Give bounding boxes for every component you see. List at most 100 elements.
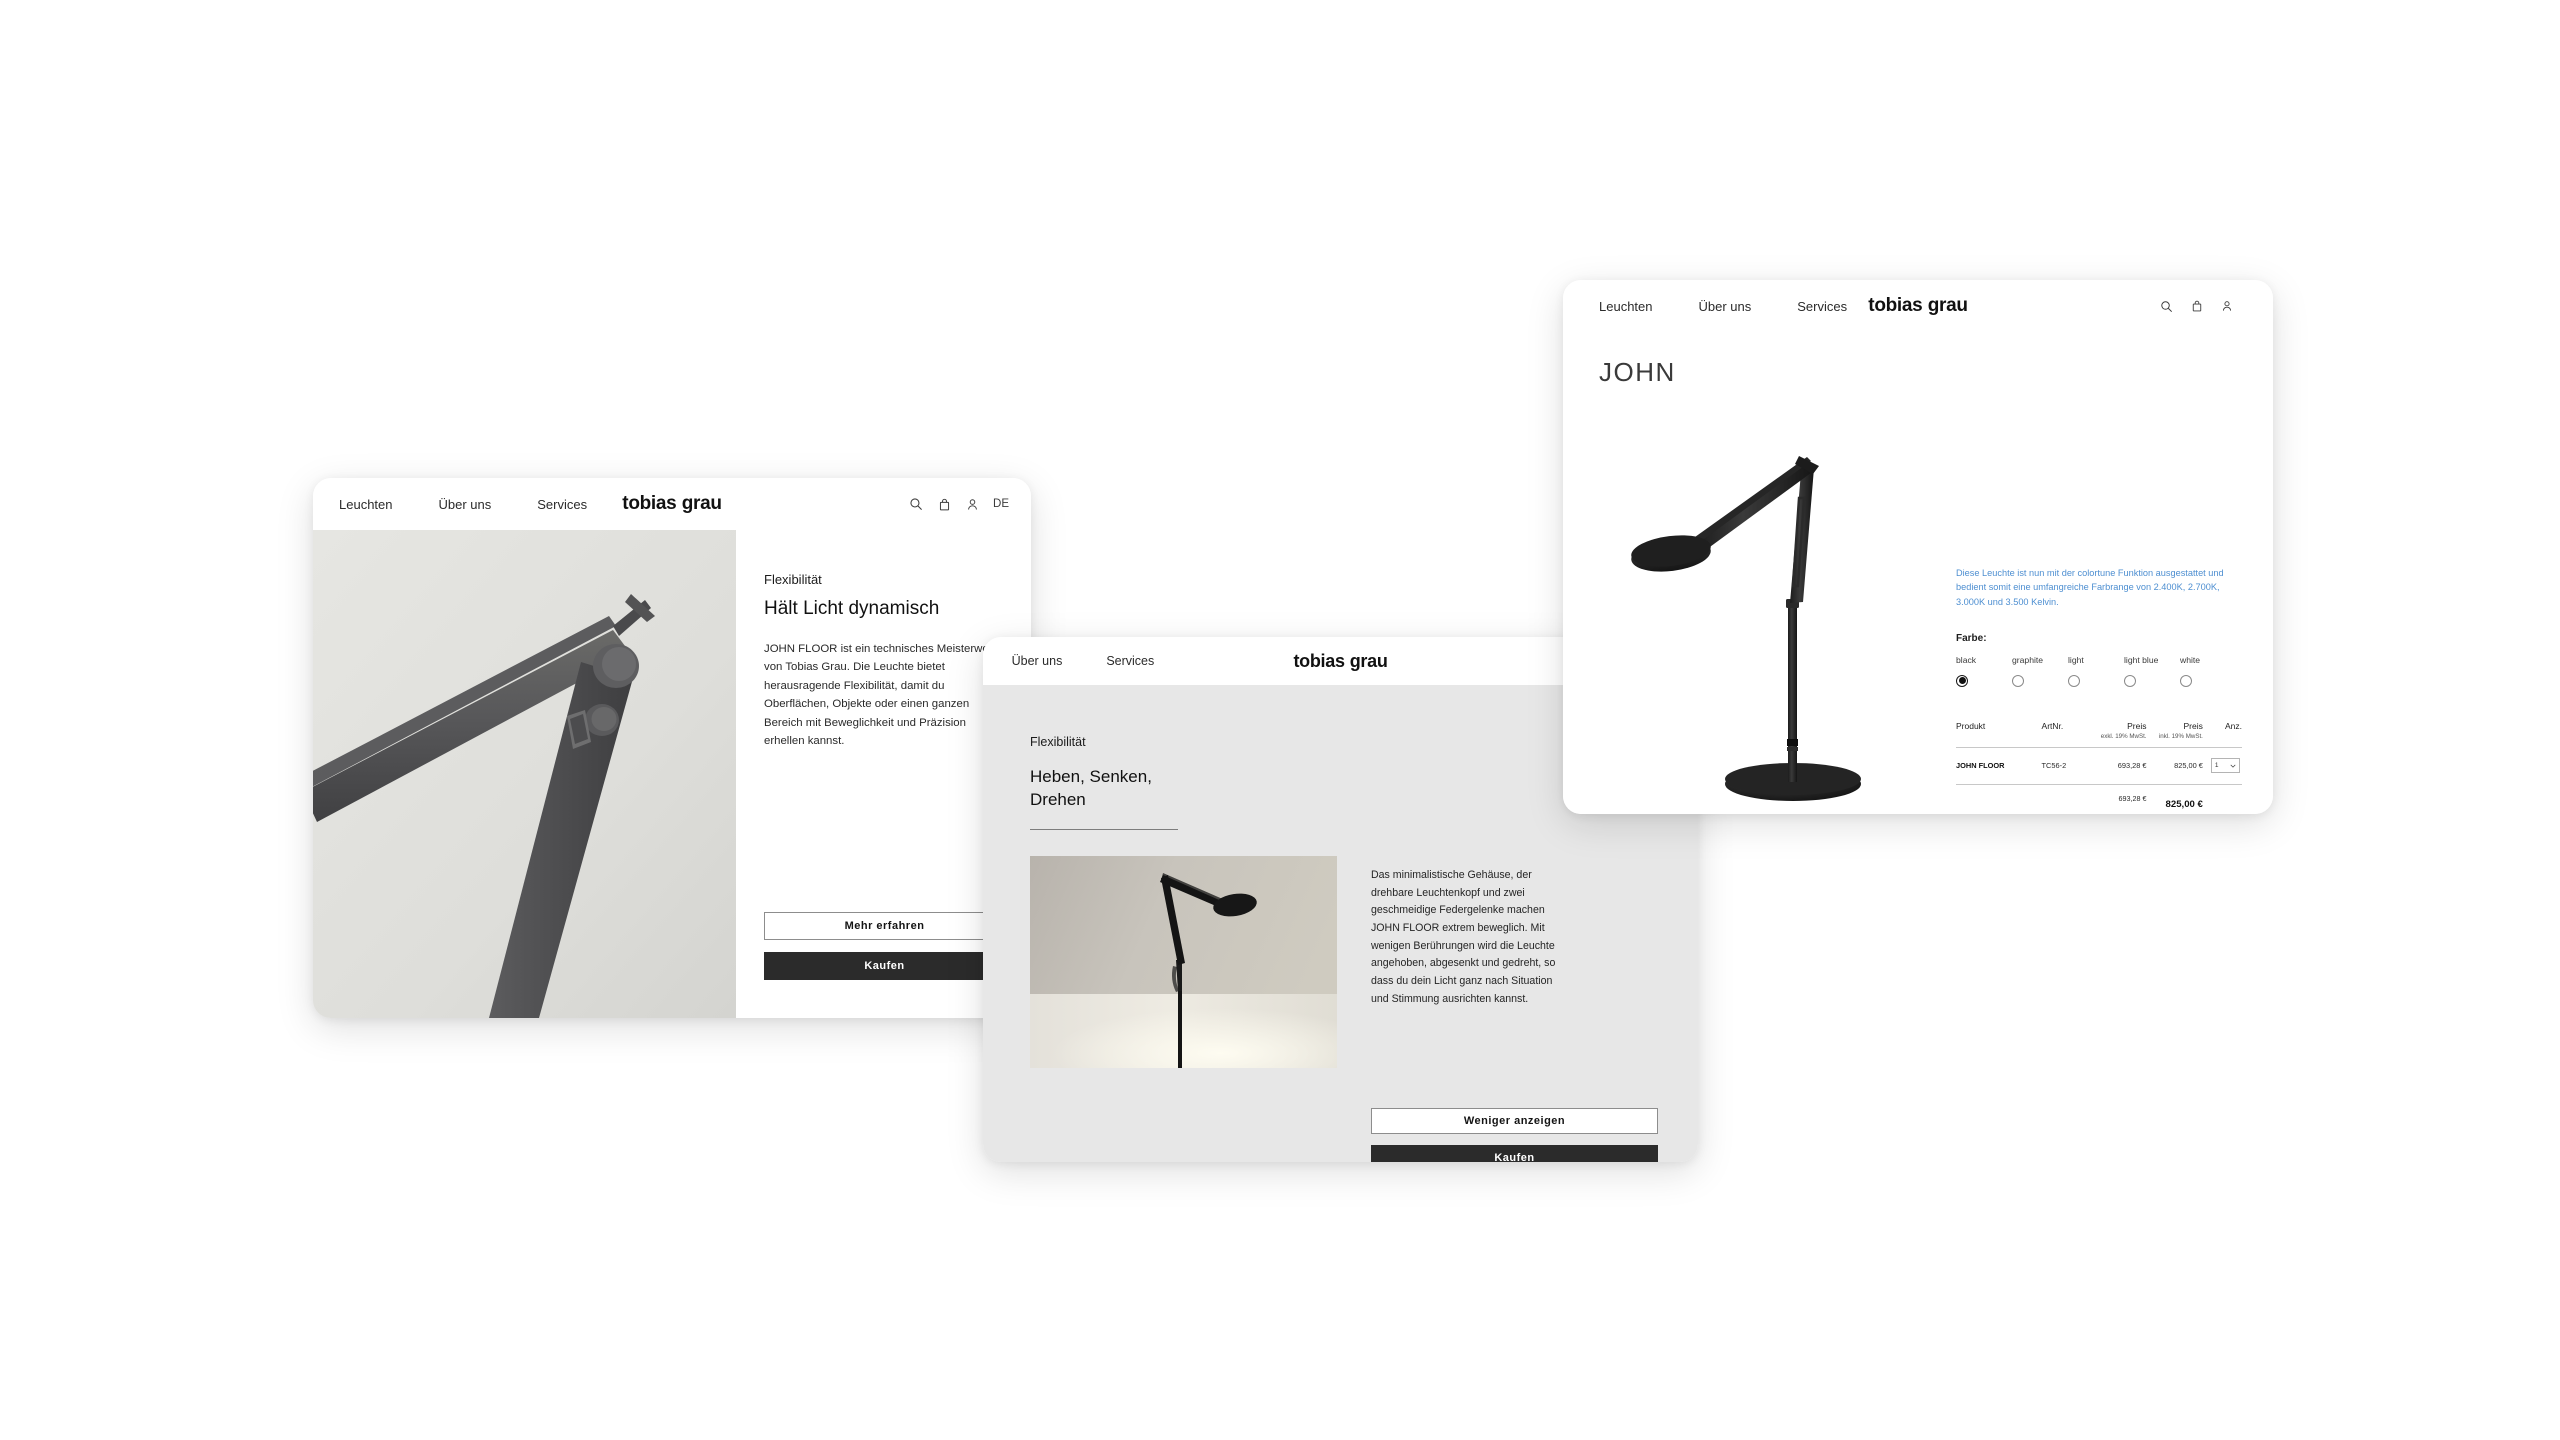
cell-artnr: TC56-2 <box>2041 761 2067 771</box>
color-option-black[interactable]: black <box>1956 655 2012 687</box>
nav-item-services[interactable]: Services <box>1106 654 1154 668</box>
summary-price-excl: 693,28 € <box>2118 793 2147 803</box>
cta-button-group-mid: Weniger anzeigen Kaufen <box>1371 1108 1658 1162</box>
color-name: white <box>2180 654 2201 665</box>
quantity-select[interactable]: 1 <box>2210 758 2240 774</box>
brand-logo[interactable]: tobias grau <box>622 493 722 515</box>
browser-window-product-detail: Leuchten Über uns Services tobias grau J… <box>1563 280 2273 814</box>
cell-product-name: JOHN FLOOR <box>1956 761 2005 771</box>
brand-part-1: tobias <box>622 493 677 514</box>
brand-part-2: grau <box>1927 295 1968 316</box>
product-info-panel: Diese Leuchte ist nun mit der colortune … <box>1956 557 2242 814</box>
column-header-preis-exkl-sub: exkl. 19% MwSt. <box>2100 732 2147 740</box>
column-header-artnr: ArtNr. <box>2041 720 2064 731</box>
column-header-preis-inkl: Preis inkl. 19% MwSt. <box>2147 721 2203 740</box>
site-header-right: Leuchten Über uns Services tobias grau <box>1563 280 2273 332</box>
nav-item-ueber-uns[interactable]: Über uns <box>439 497 492 512</box>
brand-logo[interactable]: tobias grau <box>1868 295 1968 317</box>
summary-spacer-3 <box>2203 794 2242 814</box>
window-left-body: Flexibilität Hält Licht dynamisch JOHN F… <box>313 530 1031 1018</box>
main-nav-mid: chten Über uns Services <box>983 654 1198 668</box>
cell-quantity: 1 <box>2203 758 2242 774</box>
summary-spacer-1 <box>1956 794 2042 814</box>
color-option-light-blue[interactable]: light blue <box>2124 655 2180 687</box>
brand-part-1: tobias <box>1868 295 1923 316</box>
column-header-anzahl: Anz. <box>2224 720 2242 731</box>
column-header-produkt: Produkt <box>1956 720 1986 731</box>
bag-icon[interactable] <box>933 493 955 515</box>
color-swatch-group: black graphite light light blue white <box>1956 655 2242 687</box>
color-option-white[interactable]: white <box>2180 655 2236 687</box>
color-radio-light[interactable] <box>2068 674 2080 687</box>
weniger-anzeigen-button[interactable]: Weniger anzeigen <box>1371 1108 1658 1135</box>
mehr-erfahren-button[interactable]: Mehr erfahren <box>764 912 1005 940</box>
cta-button-group-left: Mehr erfahren Kaufen <box>764 912 1005 980</box>
product-detail-photo <box>313 530 736 1018</box>
nav-item-leuchten[interactable]: Leuchten <box>1599 299 1653 314</box>
user-icon[interactable] <box>2216 296 2237 317</box>
brand-part-2: grau <box>1349 650 1388 671</box>
summary-price-incl: 825,00 € <box>2165 798 2203 810</box>
search-icon[interactable] <box>905 493 927 515</box>
site-header-left: Leuchten Über uns Services tobias grau D… <box>313 478 1031 530</box>
summary-price-incl-wrap: 825,00 € zzgl. Versandkosten <box>2147 794 2203 814</box>
modal-text-column: Das minimalistische Gehäuse, der drehbar… <box>1371 856 1658 1162</box>
column-header-preis-exkl-main: Preis <box>2127 720 2147 731</box>
search-icon[interactable] <box>2156 296 2177 317</box>
color-name: light <box>2068 654 2084 665</box>
color-name: light blue <box>2124 654 2159 665</box>
nav-item-services[interactable]: Services <box>537 497 587 512</box>
nav-item-services[interactable]: Services <box>1797 299 1847 314</box>
color-option-graphite[interactable]: graphite <box>2012 655 2068 687</box>
user-icon[interactable] <box>961 493 983 515</box>
modal-title-line-2: Drehen <box>1030 789 1086 809</box>
product-detail-page: JOHN Diese Leuchte ist nun mit der color… <box>1563 332 2273 814</box>
main-nav-left: Leuchten Über uns Services <box>339 497 633 512</box>
table-header-row: Produkt ArtNr. Preis exkl. 19% MwSt. Prei… <box>1956 721 2242 748</box>
brand-part-1: tobias <box>1293 650 1345 671</box>
modal-product-photo <box>1030 856 1337 1069</box>
browser-window-flexibility: Leuchten Über uns Services tobias grau D… <box>313 478 1031 1018</box>
brand-part-2: grau <box>681 493 722 514</box>
table-row: JOHN FLOOR TC56-2 693,28 € 825,00 € 1 <box>1956 748 2242 785</box>
product-image <box>1623 394 1973 804</box>
color-radio-graphite[interactable] <box>2012 674 2024 687</box>
page-headline: Hält Licht dynamisch <box>764 598 940 619</box>
table-summary-row: 693,28 € 825,00 € zzgl. Versandkosten <box>1956 785 2242 814</box>
modal-body-paragraph: Das minimalistische Gehäuse, der drehbar… <box>1371 868 1556 1005</box>
kaufen-button[interactable]: Kaufen <box>1371 1145 1658 1162</box>
lamp-joint-illustration <box>313 530 736 1018</box>
nav-item-ueber-uns[interactable]: Über uns <box>1699 299 1752 314</box>
nav-item-ueber-uns[interactable]: Über uns <box>1012 654 1063 668</box>
john-floor-lamp-illustration <box>1631 456 1861 801</box>
color-name: graphite <box>2012 654 2044 665</box>
color-radio-black[interactable] <box>1956 674 1968 687</box>
color-radio-white[interactable] <box>2180 674 2192 687</box>
kaufen-button[interactable]: Kaufen <box>764 952 1005 980</box>
price-table: Produkt ArtNr. Preis exkl. 19% MwSt. Prei… <box>1956 721 2242 814</box>
bag-icon[interactable] <box>2186 296 2207 317</box>
column-header-preis-inkl-main: Preis <box>2183 720 2203 731</box>
cell-price-incl: 825,00 € <box>2174 761 2203 771</box>
modal-title-line-1: Heben, Senken, <box>1030 767 1152 786</box>
brand-logo[interactable]: tobias grau <box>1293 651 1387 672</box>
nav-item-leuchten[interactable]: Leuchten <box>339 497 393 512</box>
color-name: black <box>1956 654 1977 665</box>
column-header-preis-inkl-sub: inkl. 19% MwSt. <box>2158 732 2203 740</box>
summary-spacer-2 <box>2042 794 2093 814</box>
title-divider <box>1030 829 1178 831</box>
cell-price-excl: 693,28 € <box>2117 761 2147 771</box>
floor-lamp-room-illustration <box>1030 856 1337 1069</box>
color-label: Farbe: <box>1956 632 1987 644</box>
main-nav-right: Leuchten Über uns Services <box>1599 299 1893 314</box>
chevron-down-icon <box>2230 764 2236 768</box>
eyebrow-label: Flexibilität <box>764 572 822 587</box>
colortune-note: Diese Leuchte ist nun mit der colortune … <box>1956 568 2224 607</box>
desktop-canvas: Leuchten Über uns Services tobias grau D… <box>0 0 2560 1440</box>
header-icons-right <box>2147 296 2237 317</box>
color-option-light[interactable]: light <box>2068 655 2124 687</box>
color-radio-light-blue[interactable] <box>2124 674 2136 687</box>
language-selector[interactable]: DE <box>993 498 1009 510</box>
modal-columns: Das minimalistische Gehäuse, der drehbar… <box>1030 856 1698 1162</box>
header-icons-left: DE <box>899 493 1009 515</box>
